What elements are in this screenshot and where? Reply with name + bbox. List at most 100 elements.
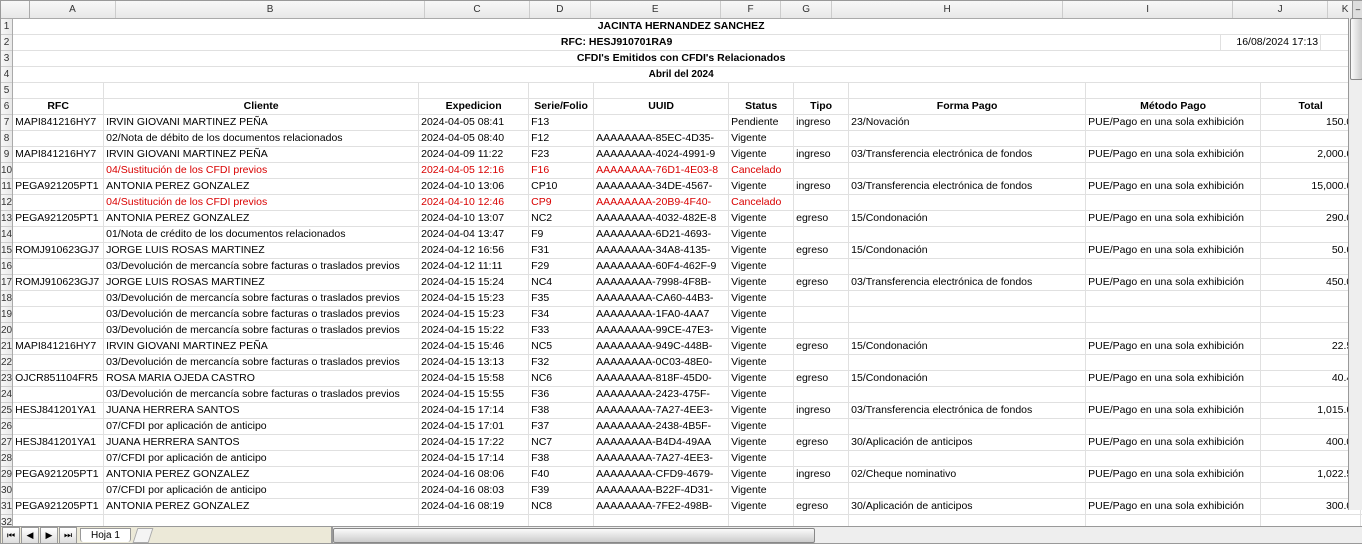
row-header-18[interactable]: 18 xyxy=(1,291,12,307)
last-sheet-button[interactable]: ⏭ xyxy=(59,527,77,544)
cell-22-F[interactable]: Vigente xyxy=(729,355,794,370)
cell-23-C[interactable]: 2024-04-15 15:58 xyxy=(419,371,529,386)
row-header-24[interactable]: 24 xyxy=(1,387,12,403)
cell-20-E[interactable]: AAAAAAAA-99CE-47E3- xyxy=(594,323,729,338)
column-header-H[interactable]: H xyxy=(832,1,1063,18)
cell-16-A[interactable] xyxy=(13,259,104,274)
row-header-5[interactable]: 5 xyxy=(1,83,12,99)
column-header-J[interactable]: J xyxy=(1233,1,1328,18)
cell-29-D[interactable]: F40 xyxy=(529,467,594,482)
cell-21-H[interactable]: 15/Condonación xyxy=(849,339,1086,354)
cell-20-D[interactable]: F33 xyxy=(529,323,594,338)
row-header-27[interactable]: 27 xyxy=(1,435,12,451)
cell-14-B[interactable]: 01/Nota de crédito de los documentos rel… xyxy=(104,227,419,242)
cell-25-D[interactable]: F38 xyxy=(529,403,594,418)
cell-30-I[interactable] xyxy=(1086,483,1261,498)
cell-27-D[interactable]: NC7 xyxy=(529,435,594,450)
cell-12-G[interactable] xyxy=(794,195,849,210)
column-header-C[interactable]: C xyxy=(425,1,530,18)
cells-area[interactable]: JACINTA HERNANDEZ SANCHEZRFC: HESJ910701… xyxy=(13,19,1362,526)
cell-14-J[interactable] xyxy=(1261,227,1361,242)
cell-25-C[interactable]: 2024-04-15 17:14 xyxy=(419,403,529,418)
cell-24-B[interactable]: 03/Devolución de mercancía sobre factura… xyxy=(104,387,419,402)
cell-27-E[interactable]: AAAAAAAA-B4D4-49AA xyxy=(594,435,729,450)
cell-24-G[interactable] xyxy=(794,387,849,402)
cell-10-C[interactable]: 2024-04-05 12:16 xyxy=(419,163,529,178)
cell-30-D[interactable]: F39 xyxy=(529,483,594,498)
cell-18-A[interactable] xyxy=(13,291,104,306)
cell-15-F[interactable]: Vigente xyxy=(729,243,794,258)
cell-10-B[interactable]: 04/Sustitución de los CFDI previos xyxy=(104,163,419,178)
vertical-scroll-thumb[interactable] xyxy=(1350,18,1362,80)
row-header-9[interactable]: 9 xyxy=(1,147,12,163)
cell-24-D[interactable]: F36 xyxy=(529,387,594,402)
cell-18-E[interactable]: AAAAAAAA-CA60-44B3- xyxy=(594,291,729,306)
cell-12-A[interactable] xyxy=(13,195,104,210)
cell-31-A[interactable]: PEGA921205PT1 xyxy=(13,499,104,514)
cell-26-H[interactable] xyxy=(849,419,1086,434)
cell-13-H[interactable]: 15/Condonación xyxy=(849,211,1086,226)
cell-20-F[interactable]: Vigente xyxy=(729,323,794,338)
cell-31-J[interactable]: 300.00 xyxy=(1261,499,1361,514)
row-header-16[interactable]: 16 xyxy=(1,259,12,275)
cell-13-D[interactable]: NC2 xyxy=(529,211,594,226)
cell-29-C[interactable]: 2024-04-16 08:06 xyxy=(419,467,529,482)
cell-9-F[interactable]: Vigente xyxy=(729,147,794,162)
cell-22-I[interactable] xyxy=(1086,355,1261,370)
cell-21-B[interactable]: IRVIN GIOVANI MARTINEZ PEÑA xyxy=(104,339,419,354)
cell-23-H[interactable]: 15/Condonación xyxy=(849,371,1086,386)
horizontal-scrollbar[interactable] xyxy=(332,527,1362,543)
row-header-28[interactable]: 28 xyxy=(1,451,12,467)
cell-28-E[interactable]: AAAAAAAA-7A27-4EE3- xyxy=(594,451,729,466)
cell-22-A[interactable] xyxy=(13,355,104,370)
cell-30-B[interactable]: 07/CFDI por aplicación de anticipo xyxy=(104,483,419,498)
cell-27-G[interactable]: egreso xyxy=(794,435,849,450)
cell-8-A[interactable] xyxy=(13,131,104,146)
cell-25-G[interactable]: ingreso xyxy=(794,403,849,418)
cell-19-I[interactable] xyxy=(1086,307,1261,322)
cell-13-J[interactable]: 290.00 xyxy=(1261,211,1361,226)
cell-25-F[interactable]: Vigente xyxy=(729,403,794,418)
cell-19-E[interactable]: AAAAAAAA-1FA0-4AA7 xyxy=(594,307,729,322)
cell-8-C[interactable]: 2024-04-05 08:40 xyxy=(419,131,529,146)
cell-17-I[interactable]: PUE/Pago en una sola exhibición xyxy=(1086,275,1261,290)
prev-sheet-button[interactable]: ◀ xyxy=(21,527,39,544)
cell-27-I[interactable]: PUE/Pago en una sola exhibición xyxy=(1086,435,1261,450)
cell-15-D[interactable]: F31 xyxy=(529,243,594,258)
cell-7-C[interactable]: 2024-04-05 08:41 xyxy=(419,115,529,130)
cell-23-F[interactable]: Vigente xyxy=(729,371,794,386)
cell-10-I[interactable] xyxy=(1086,163,1261,178)
cell-18-G[interactable] xyxy=(794,291,849,306)
cell-17-J[interactable]: 450.00 xyxy=(1261,275,1361,290)
first-sheet-button[interactable]: ⏮ xyxy=(2,527,20,544)
cell-7-E[interactable] xyxy=(594,115,729,130)
cell-26-F[interactable]: Vigente xyxy=(729,419,794,434)
cell-23-E[interactable]: AAAAAAAA-818F-45D0- xyxy=(594,371,729,386)
cell-17-F[interactable]: Vigente xyxy=(729,275,794,290)
cell-9-D[interactable]: F23 xyxy=(529,147,594,162)
cell-17-C[interactable]: 2024-04-15 15:24 xyxy=(419,275,529,290)
cell-28-I[interactable] xyxy=(1086,451,1261,466)
cell-8-G[interactable] xyxy=(794,131,849,146)
cell-8-H[interactable] xyxy=(849,131,1086,146)
cell-7-H[interactable]: 23/Novación xyxy=(849,115,1086,130)
row-header-22[interactable]: 22 xyxy=(1,355,12,371)
row-header-30[interactable]: 30 xyxy=(1,483,12,499)
cell-15-C[interactable]: 2024-04-12 16:56 xyxy=(419,243,529,258)
cell-31-G[interactable]: egreso xyxy=(794,499,849,514)
row-header-32[interactable]: 32 xyxy=(1,515,12,526)
cell-24-F[interactable]: Vigente xyxy=(729,387,794,402)
column-header-B[interactable]: B xyxy=(116,1,425,18)
cell-16-I[interactable] xyxy=(1086,259,1261,274)
cell-17-H[interactable]: 03/Transferencia electrónica de fondos xyxy=(849,275,1086,290)
cell-10-H[interactable] xyxy=(849,163,1086,178)
cell-7-J[interactable]: 150.00 xyxy=(1261,115,1361,130)
cell-15-B[interactable]: JORGE LUIS ROSAS MARTINEZ xyxy=(104,243,419,258)
cell-20-H[interactable] xyxy=(849,323,1086,338)
row-header-26[interactable]: 26 xyxy=(1,419,12,435)
cell-17-G[interactable]: egreso xyxy=(794,275,849,290)
cell-22-C[interactable]: 2024-04-15 13:13 xyxy=(419,355,529,370)
cell-19-A[interactable] xyxy=(13,307,104,322)
row-header-3[interactable]: 3 xyxy=(1,51,12,67)
cell-31-F[interactable]: Vigente xyxy=(729,499,794,514)
